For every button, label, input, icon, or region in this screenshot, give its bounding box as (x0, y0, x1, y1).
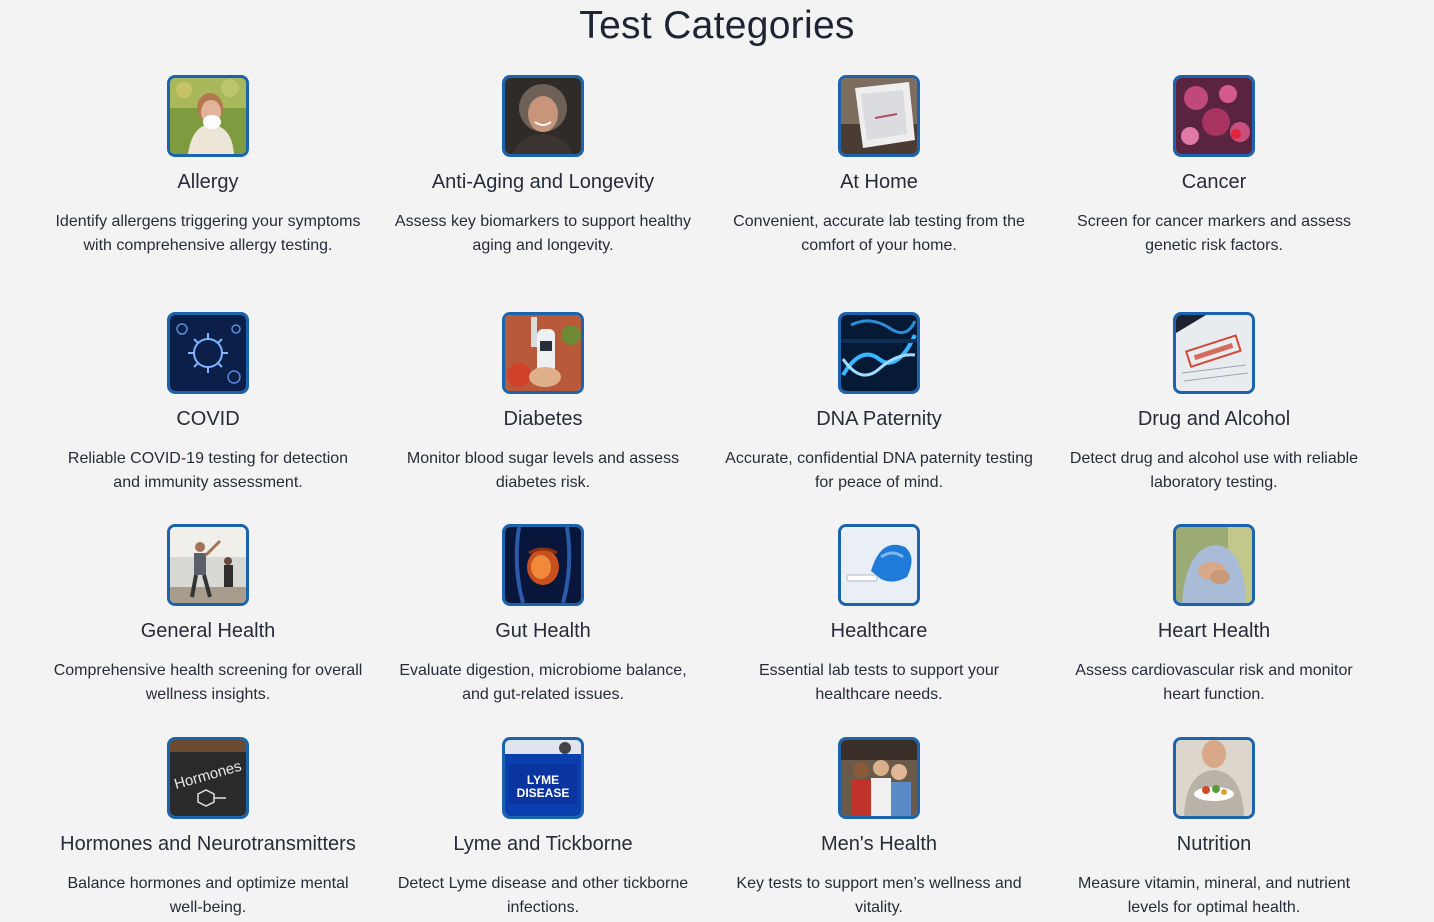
category-name[interactable]: Healthcare (724, 620, 1034, 643)
drug-alcohol-thumbnail[interactable] (1173, 312, 1255, 394)
category-description: Measure vitamin, mineral, and nutrient l… (1077, 875, 1351, 916)
group-of-men-image (841, 740, 917, 816)
lyme-thumbnail[interactable]: LYME DISEASE (502, 737, 584, 819)
category-description: Comprehensive health screening for overa… (53, 662, 363, 703)
gut-health-thumbnail[interactable] (502, 524, 584, 606)
man-holding-chest-image (1176, 527, 1252, 603)
home-test-kit-image (841, 78, 917, 154)
hormones-thumbnail[interactable]: Hormones (167, 737, 249, 819)
category-description: Detect drug and alcohol use with reliabl… (1069, 450, 1359, 491)
category-description: Assess cardiovascular risk and monitor h… (1075, 662, 1353, 703)
cancer-thumbnail[interactable] (1173, 75, 1255, 157)
category-description: Evaluate digestion, microbiome balance, … (399, 662, 687, 703)
category-name[interactable]: Drug and Alcohol (1059, 408, 1369, 431)
general-health-thumbnail[interactable] (167, 524, 249, 606)
hormones-chalkboard-image: Hormones (170, 740, 246, 816)
allergy-thumbnail[interactable] (167, 75, 249, 157)
category-description: Essential lab tests to support your heal… (758, 662, 1000, 703)
category-description: Accurate, confidential DNA paternity tes… (725, 450, 1033, 491)
covid-thumbnail[interactable] (167, 312, 249, 394)
anti-aging-thumbnail[interactable] (502, 75, 584, 157)
dna-paternity-thumbnail[interactable] (838, 312, 920, 394)
category-name[interactable]: Men's Health (724, 833, 1034, 856)
category-name[interactable]: Lyme and Tickborne (388, 833, 698, 856)
category-name[interactable]: COVID (53, 408, 363, 431)
category-description: Reliable COVID-19 testing for detection … (67, 450, 349, 491)
category-name[interactable]: Cancer (1059, 171, 1369, 194)
category-description: Detect Lyme disease and other tickborne … (397, 875, 689, 916)
category-name[interactable]: Heart Health (1059, 620, 1369, 643)
category-description: Screen for cancer markers and assess gen… (1077, 213, 1351, 254)
category-description: Key tests to support men’s wellness and … (736, 875, 1022, 916)
category-name[interactable]: At Home (724, 171, 1034, 194)
page-title: Test Categories (579, 4, 855, 47)
diabetes-thumbnail[interactable] (502, 312, 584, 394)
category-name[interactable]: DNA Paternity (724, 408, 1034, 431)
category-description: Assess key biomarkers to support healthy… (394, 213, 692, 254)
category-name[interactable]: Allergy (53, 171, 363, 194)
lyme-disease-sign-image: LYME DISEASE (505, 740, 581, 816)
dna-helix-image (841, 315, 917, 391)
category-name[interactable]: Anti-Aging and Longevity (388, 171, 698, 194)
category-name[interactable]: Gut Health (388, 620, 698, 643)
category-name[interactable]: Hormones and Neurotransmitters (53, 833, 363, 856)
svg-text:LYME: LYME (527, 773, 559, 787)
category-description: Identify allergens triggering your sympt… (55, 213, 361, 254)
exercise-class-image (170, 527, 246, 603)
coronavirus-image (170, 315, 246, 391)
heart-health-thumbnail[interactable] (1173, 524, 1255, 606)
at-home-thumbnail[interactable] (838, 75, 920, 157)
category-description: Convenient, accurate lab testing from th… (733, 213, 1025, 254)
gloved-hand-sample-image (841, 527, 917, 603)
woman-sneezing-image (170, 78, 246, 154)
drug-test-passed-image (1176, 315, 1252, 391)
nutrition-thumbnail[interactable] (1173, 737, 1255, 819)
glucose-meter-image (505, 315, 581, 391)
category-description: Monitor blood sugar levels and assess di… (406, 450, 680, 491)
category-name[interactable]: Diabetes (388, 408, 698, 431)
mens-health-thumbnail[interactable] (838, 737, 920, 819)
digestive-system-image (505, 527, 581, 603)
category-name[interactable]: Nutrition (1059, 833, 1369, 856)
category-description: Balance hormones and optimize mental wel… (67, 875, 349, 916)
healthcare-thumbnail[interactable] (838, 524, 920, 606)
category-name[interactable]: General Health (53, 620, 363, 643)
svg-text:DISEASE: DISEASE (517, 786, 570, 800)
woman-with-salad-image (1176, 740, 1252, 816)
cancer-cells-image (1176, 78, 1252, 154)
smiling-woman-image (505, 78, 581, 154)
